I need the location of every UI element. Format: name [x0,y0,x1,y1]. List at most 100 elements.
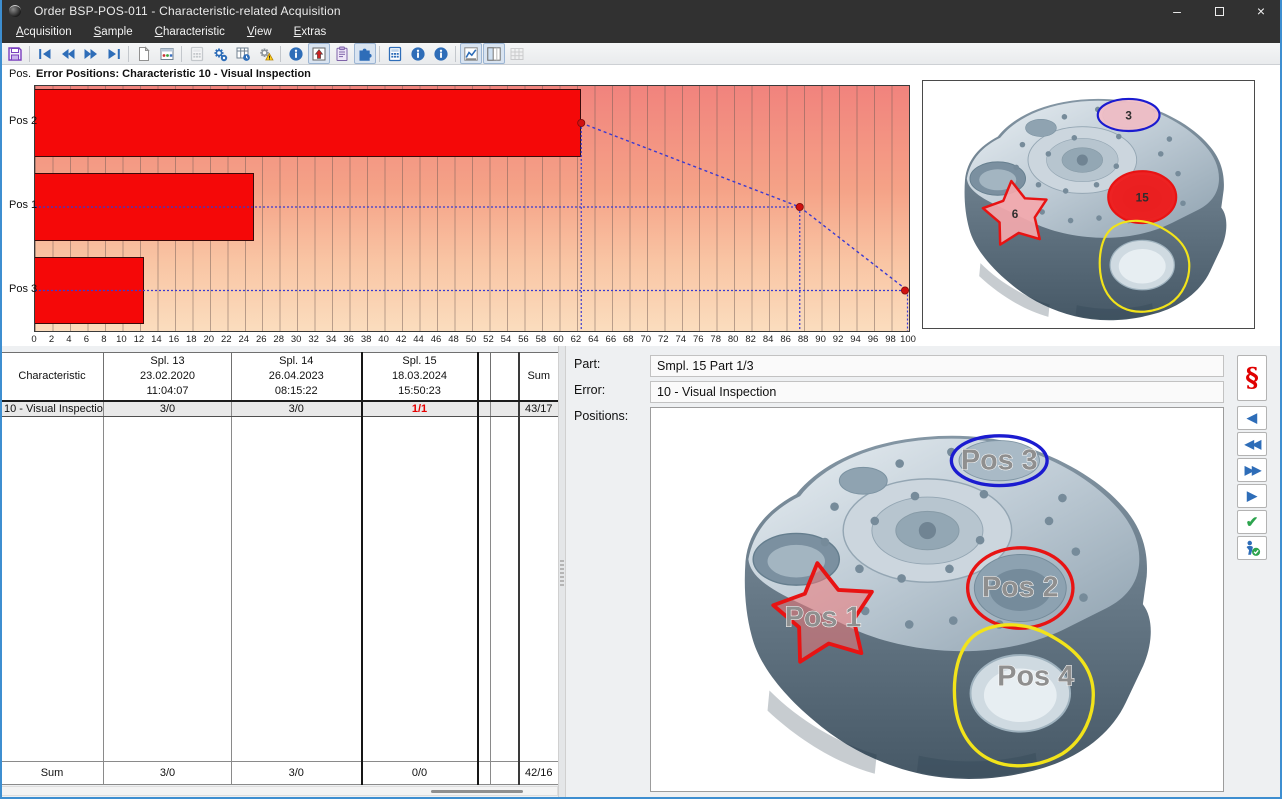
toolbar-upload-values-button[interactable] [308,43,330,64]
toolbar-separator [181,46,182,62]
confirm-position-button[interactable] [1237,536,1267,560]
pos4-label: Pos 4 [997,661,1074,693]
part-preview-image[interactable]: 6 15 3 [922,80,1255,329]
col-header-1[interactable]: Spl. 13 23.02.2020 11:04:07 [104,353,232,401]
clipboard-icon [334,46,350,62]
toolbar-alarm-settings-button[interactable] [255,43,277,64]
pareto-plot-area[interactable] [34,85,910,332]
pos3-label: Pos 3 [961,444,1038,476]
empty-cell [478,417,491,762]
pareto-point [901,287,908,294]
col-header-3[interactable]: Spl. 15 18.03.2024 15:50:23 [362,353,478,401]
arrow-double-left-icon: ◀◀ [1245,437,1259,451]
detail-panel: Part: Smpl. 15 Part 1/3 Error: 10 - Visu… [566,346,1282,799]
calc-blue-icon [387,46,403,62]
menu-item-sample[interactable]: Sample [83,22,144,43]
col-header-0[interactable]: Characteristic [1,353,104,401]
window-border-left [0,0,2,799]
toolbar-report-button[interactable] [331,43,353,64]
app-window: Order BSP-POS-011 - Characteristic-relat… [0,0,1282,799]
toolbar-info-order-button[interactable] [430,43,452,64]
value-cell[interactable]: 3/0 [104,401,232,417]
toolbar-separator [455,46,456,62]
close-button[interactable]: × [1240,0,1282,22]
arrow-right-icon: ▶ [1247,488,1257,504]
menu-item-acquisition[interactable]: Acquisition [5,22,83,43]
toolbar-new-document-button[interactable] [133,43,155,64]
toolbar-value-chart-button[interactable] [460,43,482,64]
confirm-button[interactable]: ✔ [1237,510,1267,534]
table-clock-icon [235,46,251,62]
part-label: Part: [574,357,600,371]
position-region-pos3[interactable]: 3 [1098,99,1160,131]
panel-splitter[interactable] [558,346,566,799]
toolbar-calculator-button[interactable] [186,43,208,64]
toolbar-table-view-button[interactable] [506,43,528,64]
previous-error-button[interactable]: ◀ [1237,406,1267,430]
col-header-6[interactable]: Sum [519,353,559,401]
toolbar-characteristic-settings-button[interactable] [209,43,231,64]
pos3-label: 3 [1125,109,1132,122]
toolbar-last-record-button[interactable] [103,43,125,64]
person-check-icon [1243,539,1261,557]
toolbar-info-characteristic-button[interactable] [285,43,307,64]
maximize-button[interactable] [1198,0,1240,22]
sum-value-cell: 0/0 [362,762,478,785]
next-error-button[interactable]: ▶ [1237,484,1267,508]
part-field[interactable]: Smpl. 15 Part 1/3 [650,355,1224,377]
toolbar-separator [128,46,129,62]
arrow-double-right-icon: ▶▶ [1245,463,1259,477]
error-label: Error: [574,383,605,397]
first-error-button[interactable]: ◀◀ [1237,432,1267,456]
pos1-label: Pos 1 [785,601,862,633]
catalog-button[interactable]: § [1237,355,1267,401]
value-cell[interactable] [478,401,491,417]
scrollbar-thumb[interactable] [431,790,523,793]
menu-item-extras[interactable]: Extras [283,22,338,43]
toolbar-save-button[interactable] [4,43,26,64]
sum-value-cell: 42/16 [519,762,559,785]
nav-next-icon [83,46,99,62]
toolbar-sample-history-button[interactable] [232,43,254,64]
maximize-icon [1215,7,1224,16]
toolbar-first-record-button[interactable] [34,43,56,64]
horizontal-scrollbar[interactable] [0,786,558,796]
characteristic-cell[interactable]: 10 - Visual Inspection [1,401,104,417]
position-region-pos2[interactable]: 15 [1108,171,1176,223]
y-category-label: Pos 2 [9,115,37,127]
sum-value-cell [478,762,491,785]
part-3d-image: 6 15 3 [923,81,1254,328]
x-tick-label: 100 [896,334,920,345]
nav-prev-icon [60,46,76,62]
error-field[interactable]: 10 - Visual Inspection [650,381,1224,403]
col-header-4[interactable] [478,353,491,401]
positions-label: Positions: [574,409,628,423]
menu-item-characteristic[interactable]: Characteristic [144,22,236,43]
pareto-point [796,203,803,210]
col-header-5[interactable] [491,353,519,401]
last-error-button[interactable]: ▶▶ [1237,458,1267,482]
value-cell[interactable] [491,401,519,417]
minimize-button[interactable]: – [1156,0,1198,22]
positions-image[interactable]: Pos 1 Pos 2 Pos 3 Pos 4 [650,407,1224,792]
menu-item-view[interactable]: View [236,22,283,43]
toolbar-previous-record-button[interactable] [57,43,79,64]
toolbar-additional-data-button[interactable] [354,43,376,64]
characteristics-table: CharacteristicSpl. 13 23.02.2020 11:04:0… [0,352,559,785]
new-doc-icon [136,46,152,62]
toolbar-info-sample-button[interactable] [407,43,429,64]
info-icon [433,46,449,62]
toolbar-separator [379,46,380,62]
value-cell[interactable]: 3/0 [232,401,362,417]
value-cell[interactable]: 43/17 [519,401,559,417]
title-bar: Order BSP-POS-011 - Characteristic-relat… [0,0,1282,22]
paragraph-icon: § [1245,365,1259,391]
info-icon [288,46,304,62]
toolbar-split-view-button[interactable] [483,43,505,64]
toolbar-input-form-button[interactable] [156,43,178,64]
toolbar-next-record-button[interactable] [80,43,102,64]
toolbar-statistics-calculator-button[interactable] [384,43,406,64]
col-header-2[interactable]: Spl. 14 26.04.2023 08:15:22 [232,353,362,401]
gear-clock-icon [212,46,228,62]
value-cell[interactable]: 1/1 [362,401,478,417]
